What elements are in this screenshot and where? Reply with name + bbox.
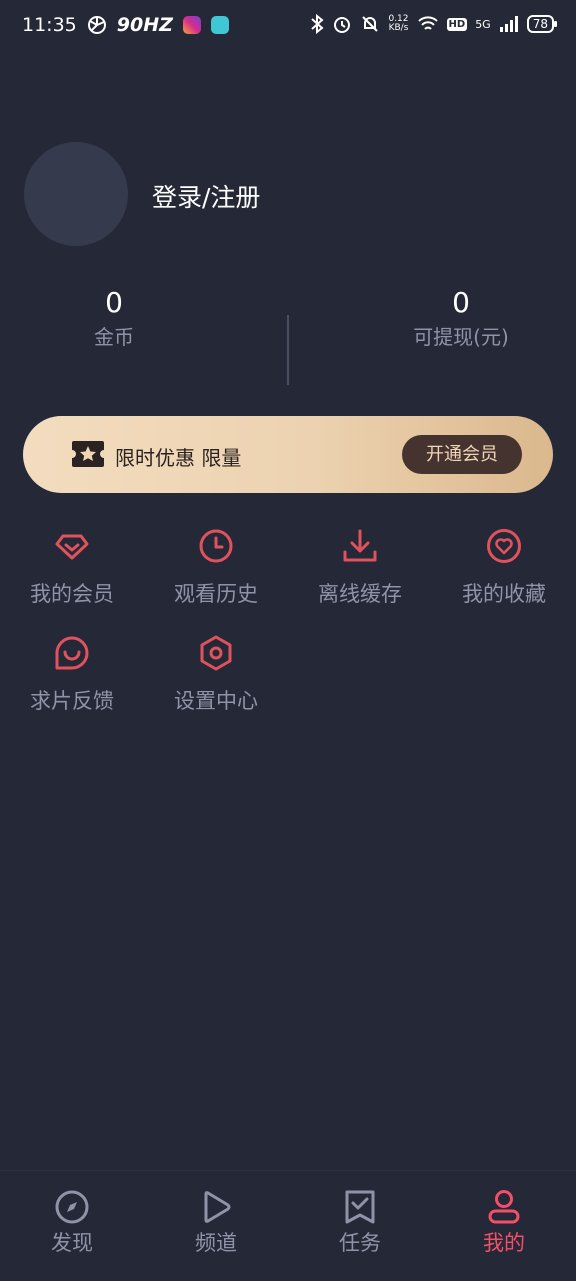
menu-watch-history[interactable]: 观看历史 xyxy=(144,528,288,608)
phone-app-icon xyxy=(210,16,229,34)
ticket-star-icon xyxy=(72,441,104,467)
instagram-icon xyxy=(182,16,201,34)
bluetooth-icon xyxy=(311,14,325,34)
network-type: 5G xyxy=(475,17,491,31)
signal-icon xyxy=(499,16,518,32)
bottom-tab-bar: 发现 频道 任务 我的 xyxy=(0,1170,576,1281)
menu-request-feedback[interactable]: 求片反馈 xyxy=(0,635,144,715)
menu-label: 求片反馈 xyxy=(30,689,114,713)
diamond-icon xyxy=(55,534,89,560)
menu-my-favorites[interactable]: 我的收藏 xyxy=(432,528,576,608)
vip-promo-banner[interactable]: 限时优惠 限量 开通会员 xyxy=(23,416,553,493)
user-icon xyxy=(488,1190,520,1224)
menu-label: 设置中心 xyxy=(174,689,258,713)
open-vip-button[interactable]: 开通会员 xyxy=(402,435,522,474)
play-icon xyxy=(204,1191,231,1223)
tab-channels[interactable]: 频道 xyxy=(144,1189,288,1257)
menu-label: 离线缓存 xyxy=(318,582,402,606)
login-register-link[interactable]: 登录/注册 xyxy=(152,178,260,214)
coins-stat[interactable]: 0 金币 xyxy=(64,286,164,350)
menu-label: 观看历史 xyxy=(174,582,258,606)
tab-tasks[interactable]: 任务 xyxy=(288,1189,432,1257)
status-bar: 11:35 90HZ 0.12 KB/s HD 5G 78 xyxy=(0,0,576,54)
menu-label: 我的收藏 xyxy=(462,582,546,606)
hd-badge: HD xyxy=(446,17,468,31)
tab-discover[interactable]: 发现 xyxy=(0,1189,144,1257)
status-time: 11:35 xyxy=(22,14,77,36)
cash-value: 0 xyxy=(452,286,470,319)
download-icon xyxy=(343,529,377,562)
coins-label: 金币 xyxy=(94,325,134,349)
tab-label: 我的 xyxy=(483,1231,525,1255)
menu-settings[interactable]: 设置中心 xyxy=(144,635,288,715)
tab-mine[interactable]: 我的 xyxy=(432,1189,576,1257)
mute-bell-icon xyxy=(362,16,379,32)
wifi-icon xyxy=(417,16,438,30)
menu-label: 我的会员 xyxy=(30,582,114,606)
tab-label: 任务 xyxy=(339,1231,381,1255)
refresh-rate: 90HZ xyxy=(116,14,173,36)
vip-promo-text: 限时优惠 限量 xyxy=(115,446,242,470)
battery-indicator: 78 xyxy=(526,15,558,33)
heart-icon xyxy=(487,529,521,563)
clock-icon xyxy=(199,529,233,563)
hexagon-settings-icon xyxy=(200,635,232,671)
menu-offline-cache[interactable]: 离线缓存 xyxy=(288,528,432,608)
net-speed: 0.12 KB/s xyxy=(388,14,409,33)
pinwheel-icon xyxy=(87,16,106,34)
compass-icon xyxy=(55,1190,89,1224)
coins-value: 0 xyxy=(105,286,123,319)
tab-label: 发现 xyxy=(51,1231,93,1255)
chat-smile-icon xyxy=(55,636,89,670)
cash-label: 可提现(元) xyxy=(413,325,509,349)
stats-divider xyxy=(287,315,289,385)
avatar[interactable] xyxy=(24,142,128,246)
alarm-icon xyxy=(334,17,351,33)
cash-stat[interactable]: 0 可提现(元) xyxy=(396,286,526,350)
menu-my-vip[interactable]: 我的会员 xyxy=(0,528,144,608)
task-check-icon xyxy=(345,1190,375,1224)
tab-label: 频道 xyxy=(195,1231,237,1255)
